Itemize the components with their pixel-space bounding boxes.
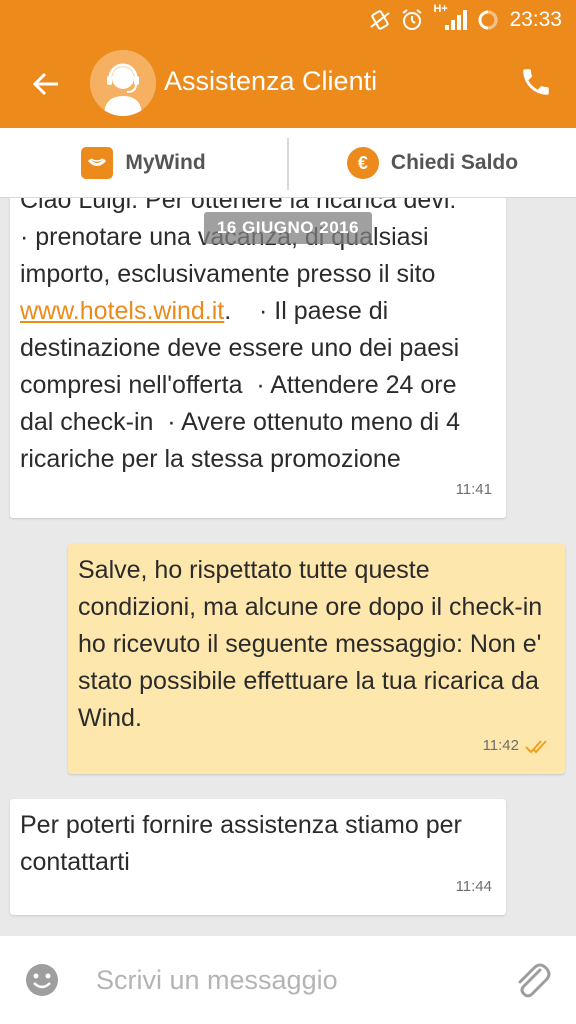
- emoji-icon[interactable]: [24, 962, 60, 998]
- tab-chiedi-saldo-label: Chiedi Saldo: [390, 151, 519, 174]
- alarm-icon: [401, 9, 423, 31]
- paperclip-icon[interactable]: [510, 958, 554, 1002]
- headset-agent-icon: [90, 50, 156, 116]
- date-chip: 16 GIUGNO 2016: [204, 212, 372, 244]
- battery-ring-icon: [477, 9, 499, 31]
- message-time: 11:41: [455, 481, 492, 498]
- message-input[interactable]: [96, 956, 496, 1004]
- shortcut-tabs: MyWind € Chiedi Saldo: [0, 128, 576, 198]
- signal-icon: H+: [433, 3, 468, 31]
- back-button[interactable]: [24, 62, 68, 106]
- mywind-icon: [81, 147, 114, 179]
- call-button[interactable]: [514, 60, 558, 104]
- status-icons: H+ 23:33: [369, 3, 562, 34]
- message-meta: 11:42: [483, 727, 551, 764]
- compose-bar: [0, 936, 576, 1024]
- message-outgoing: Salve, ho rispettato tutte queste condiz…: [68, 544, 565, 774]
- message-meta: 11:41: [456, 471, 492, 508]
- tab-mywind[interactable]: MyWind: [0, 128, 287, 198]
- tab-mywind-label: MyWind: [125, 151, 206, 174]
- message-incoming: Ciao Luigi. Per ottenere la ricarica dev…: [10, 198, 506, 518]
- app-bar: Assistenza Clienti: [0, 40, 576, 128]
- support-agent-avatar: [90, 50, 156, 116]
- hotels-wind-link[interactable]: www.hotels.wind.it: [20, 297, 224, 325]
- message-text: Per poterti fornire assistenza stiamo pe…: [20, 811, 469, 876]
- message-text: Salve, ho rispettato tutte queste condiz…: [78, 556, 550, 732]
- vibrate-icon: [369, 9, 391, 31]
- euro-coin-icon: €: [346, 147, 379, 179]
- double-check-read-icon: [525, 739, 547, 753]
- arrow-back-icon: [32, 72, 58, 96]
- chat-title: Assistenza Clienti: [164, 66, 378, 96]
- chat-messages[interactable]: 16 GIUGNO 2016 Ciao Luigi. Per ottenere …: [0, 198, 576, 936]
- message-meta: 11:44: [456, 868, 492, 905]
- message-incoming: Per poterti fornire assistenza stiamo pe…: [10, 799, 506, 915]
- message-time: 11:42: [482, 737, 519, 754]
- status-time: 23:33: [509, 8, 562, 31]
- message-time: 11:44: [455, 878, 492, 895]
- status-bar: H+ 23:33: [0, 0, 576, 40]
- phone-icon: [523, 69, 549, 95]
- tab-chiedi-saldo[interactable]: € Chiedi Saldo: [289, 128, 576, 198]
